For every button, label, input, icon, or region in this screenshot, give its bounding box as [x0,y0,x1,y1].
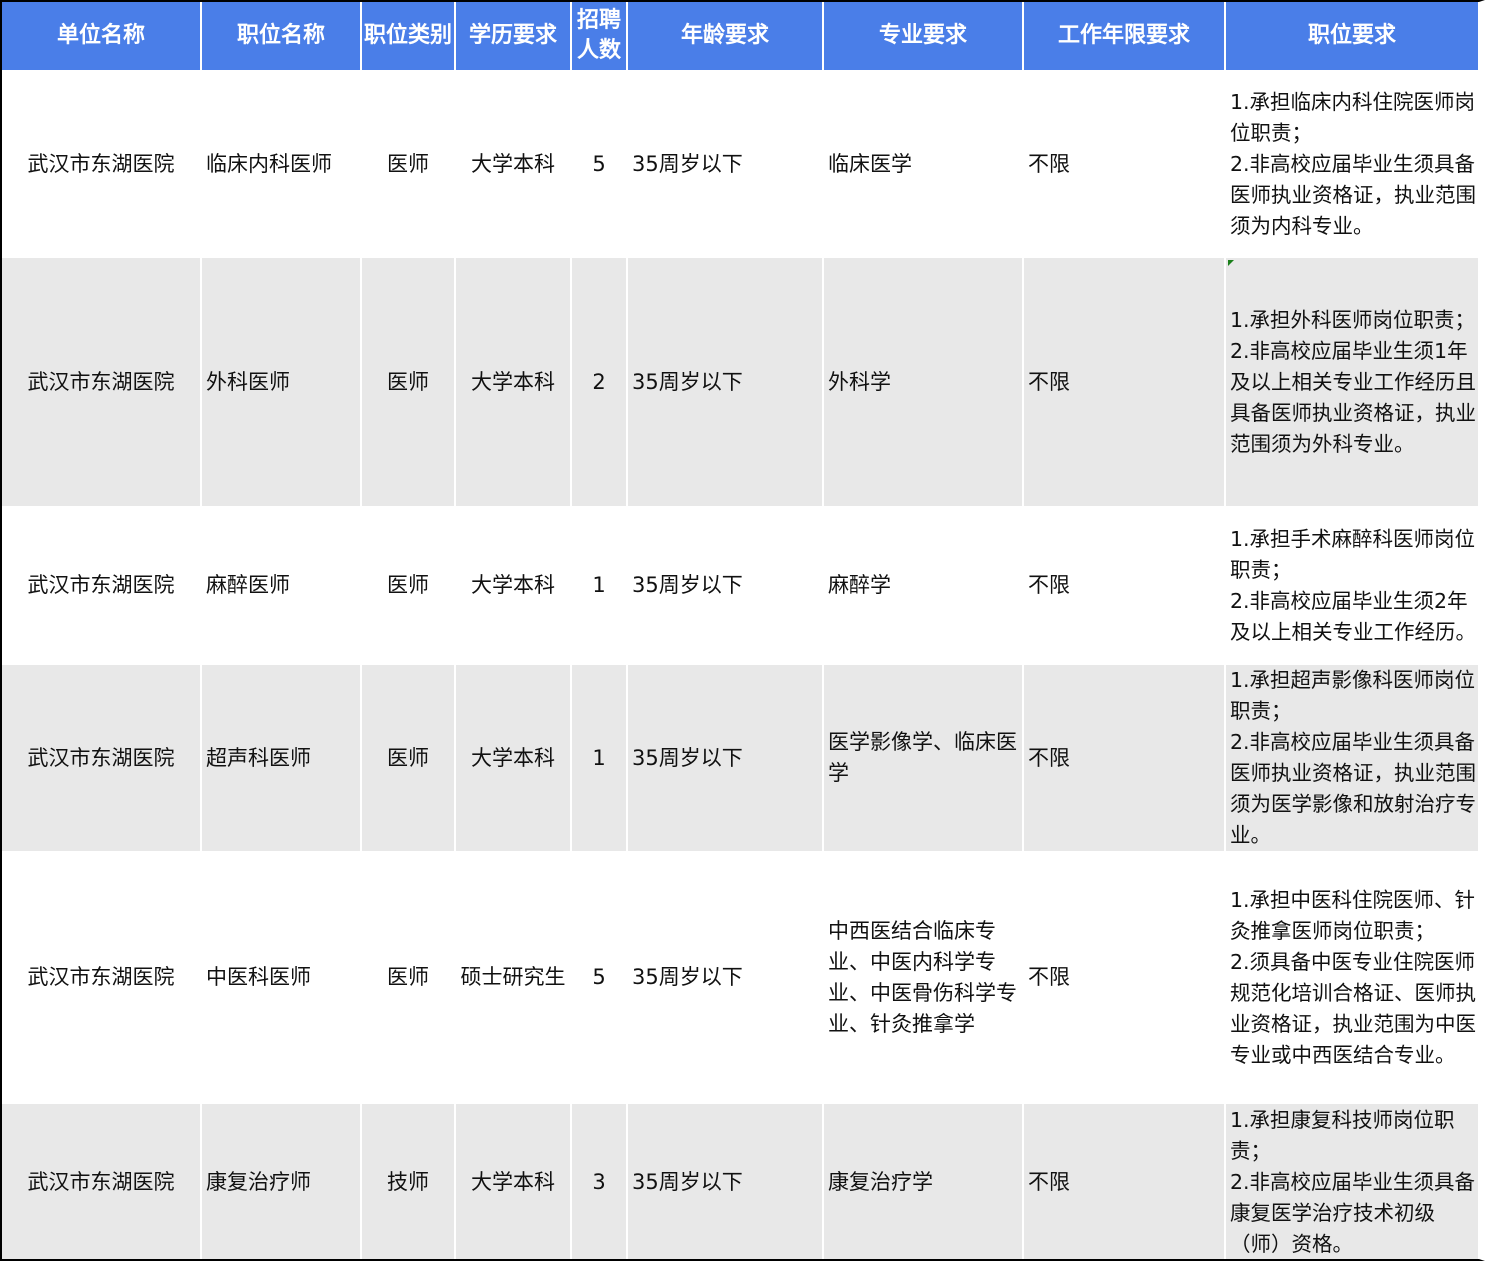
requirements-cell[interactable]: 1.承担中医科住院医师、针灸推拿医师岗位职责； 2.须具备中医专业住院医师规范化… [1226,853,1479,1104]
header-requirements: 职位要求 [1226,2,1479,72]
age-cell[interactable]: 35周岁以下 [628,72,824,258]
requirements-cell[interactable]: 1.承担外科医师岗位职责； 2.非高校应届毕业生须1年及以上相关专业工作经历且具… [1226,258,1479,508]
category-cell[interactable]: 医师 [362,258,456,508]
requirements-cell[interactable]: 1.承担康复科技师岗位职责； 2.非高校应届毕业生须具备康复医学治疗技术初级（师… [1226,1104,1479,1259]
unit-cell[interactable]: 武汉市东湖医院 [2,258,202,508]
major-cell[interactable]: 中西医结合临床专业、中医内科学专业、中医骨伤科学专业、针灸推拿学 [824,853,1024,1104]
unit-cell[interactable]: 武汉市东湖医院 [2,665,202,853]
major-cell[interactable]: 康复治疗学 [824,1104,1024,1259]
position-cell[interactable]: 临床内科医师 [202,72,362,258]
recruitment-table: 单位名称 职位名称 职位类别 学历要求 招聘人数 年龄要求 专业要求 工作年限要… [2,2,1479,1259]
count-cell[interactable]: 2 [572,258,628,508]
age-cell[interactable]: 35周岁以下 [628,508,824,665]
count-cell[interactable]: 5 [572,72,628,258]
header-age: 年龄要求 [628,2,824,72]
position-cell[interactable]: 中医科医师 [202,853,362,1104]
age-cell[interactable]: 35周岁以下 [628,1104,824,1259]
experience-cell[interactable]: 不限 [1024,258,1226,508]
table-row: 武汉市东湖医院 临床内科医师 医师 大学本科 5 35周岁以下 临床医学 不限 1.承担临床内科… [2,72,1479,258]
major-cell[interactable]: 麻醉学 [824,508,1024,665]
age-cell[interactable]: 35周岁以下 [628,665,824,853]
table-row: 武汉市东湖医院 康复治疗师 技师 大学本科 3 35周岁以下 康复治疗学 不限 1.承担康复科技… [2,1104,1479,1259]
experience-cell[interactable]: 不限 [1024,1104,1226,1259]
table-row: 武汉市东湖医院 中医科医师 医师 硕士研究生 5 35周岁以下 中西医结合临床专业、中医内科… [2,853,1479,1104]
position-cell[interactable]: 麻醉医师 [202,508,362,665]
cell-comment-marker [1228,260,1234,266]
count-cell[interactable]: 5 [572,853,628,1104]
unit-cell[interactable]: 武汉市东湖医院 [2,72,202,258]
education-cell[interactable]: 大学本科 [456,508,572,665]
education-cell[interactable]: 大学本科 [456,72,572,258]
experience-cell[interactable]: 不限 [1024,853,1226,1104]
category-cell[interactable]: 医师 [362,508,456,665]
requirements-cell[interactable]: 1.承担手术麻醉科医师岗位职责； 2.非高校应届毕业生须2年及以上相关专业工作经… [1226,508,1479,665]
education-cell[interactable]: 大学本科 [456,1104,572,1259]
position-cell[interactable]: 超声科医师 [202,665,362,853]
major-cell[interactable]: 医学影像学、临床医学 [824,665,1024,853]
age-cell[interactable]: 35周岁以下 [628,258,824,508]
header-education: 学历要求 [456,2,572,72]
major-cell[interactable]: 临床医学 [824,72,1024,258]
experience-cell[interactable]: 不限 [1024,72,1226,258]
header-count: 招聘人数 [572,2,628,72]
table-row: 武汉市东湖医院 外科医师 医师 大学本科 2 35周岁以下 外科学 不限 1.承担外科医师岗位职… [2,258,1479,508]
header-major: 专业要求 [824,2,1024,72]
recruitment-table-sheet: 单位名称 职位名称 职位类别 学历要求 招聘人数 年龄要求 专业要求 工作年限要… [0,0,1485,1261]
count-cell[interactable]: 3 [572,1104,628,1259]
count-cell[interactable]: 1 [572,508,628,665]
unit-cell[interactable]: 武汉市东湖医院 [2,853,202,1104]
age-cell[interactable]: 35周岁以下 [628,853,824,1104]
header-experience: 工作年限要求 [1024,2,1226,72]
education-cell[interactable]: 硕士研究生 [456,853,572,1104]
experience-cell[interactable]: 不限 [1024,508,1226,665]
category-cell[interactable]: 医师 [362,665,456,853]
education-cell[interactable]: 大学本科 [456,665,572,853]
table-row: 武汉市东湖医院 超声科医师 医师 大学本科 1 35周岁以下 医学影像学、临床医学 不限 1.承… [2,665,1479,853]
unit-cell[interactable]: 武汉市东湖医院 [2,1104,202,1259]
category-cell[interactable]: 医师 [362,853,456,1104]
header-position: 职位名称 [202,2,362,72]
requirements-cell[interactable]: 1.承担临床内科住院医师岗位职责； 2.非高校应届毕业生须具备医师执业资格证，执… [1226,72,1479,258]
header-unit: 单位名称 [2,2,202,72]
header-category: 职位类别 [362,2,456,72]
unit-cell[interactable]: 武汉市东湖医院 [2,508,202,665]
category-cell[interactable]: 医师 [362,72,456,258]
education-cell[interactable]: 大学本科 [456,258,572,508]
header-row: 单位名称 职位名称 职位类别 学历要求 招聘人数 年龄要求 专业要求 工作年限要… [2,2,1479,72]
table-row: 武汉市东湖医院 麻醉医师 医师 大学本科 1 35周岁以下 麻醉学 不限 1.承担手术麻醉科医师… [2,508,1479,665]
major-cell[interactable]: 外科学 [824,258,1024,508]
requirements-cell[interactable]: 1.承担超声影像科医师岗位职责； 2.非高校应届毕业生须具备医师执业资格证，执业… [1226,665,1479,853]
category-cell[interactable]: 技师 [362,1104,456,1259]
experience-cell[interactable]: 不限 [1024,665,1226,853]
count-cell[interactable]: 1 [572,665,628,853]
position-cell[interactable]: 康复治疗师 [202,1104,362,1259]
position-cell[interactable]: 外科医师 [202,258,362,508]
